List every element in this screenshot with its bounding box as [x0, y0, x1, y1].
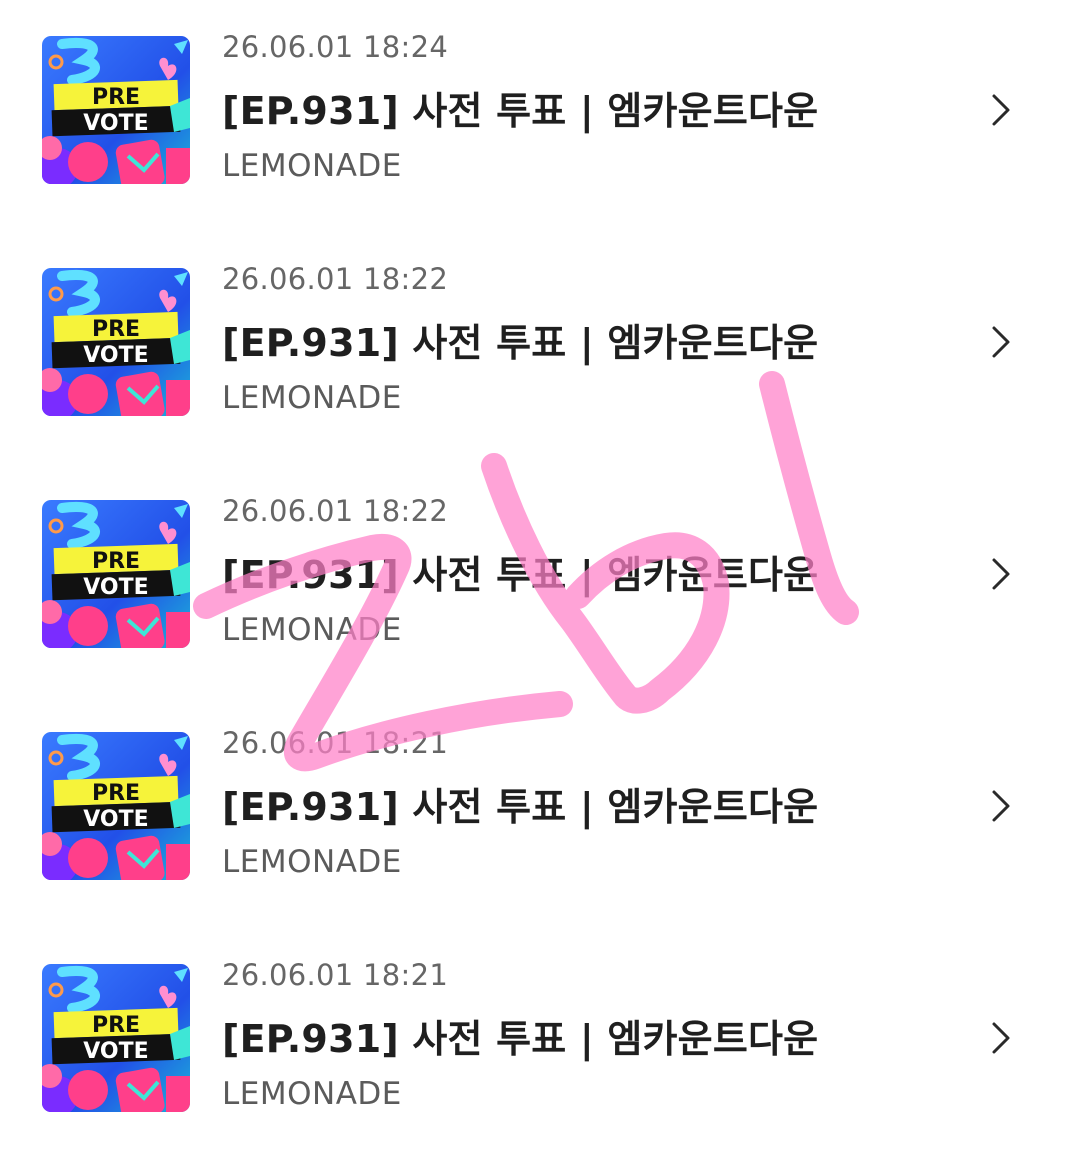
- chevron-right-icon: [992, 1022, 1010, 1054]
- pre-vote-thumbnail: PRE VOTE: [42, 964, 190, 1112]
- item-date: 26.06.01 18:22: [222, 494, 449, 528]
- item-title: [EP.931] 사전 투표 | 엠카운트다운: [222, 321, 819, 365]
- list-item[interactable]: PRE VOTE 26.06.01 18:21 [EP.931] 사전 투표 |…: [0, 928, 1080, 1160]
- thumb-text-vote: VOTE: [83, 807, 148, 832]
- list-item[interactable]: PRE VOTE 26.06.01 18:22 [EP.931] 사전 투표 |…: [0, 232, 1080, 464]
- item-title: [EP.931] 사전 투표 | 엠카운트다운: [222, 785, 819, 829]
- thumb-text-pre: PRE: [92, 549, 140, 574]
- thumb-text-pre: PRE: [92, 317, 140, 342]
- item-channel: LEMONADE: [222, 612, 402, 648]
- list-item[interactable]: PRE VOTE 26.06.01 18:21 [EP.931] 사전 투표 |…: [0, 696, 1080, 928]
- item-date: 26.06.01 18:21: [222, 726, 449, 760]
- list-item[interactable]: PRE VOTE 26.06.01 18:22 [EP.931] 사전 투표 |…: [0, 464, 1080, 696]
- thumb-text-vote: VOTE: [83, 343, 148, 368]
- pre-vote-thumbnail: PRE VOTE: [42, 36, 190, 184]
- thumb-text-vote: VOTE: [83, 575, 148, 600]
- pre-vote-thumbnail: PRE VOTE: [42, 500, 190, 648]
- chevron-right-icon: [992, 790, 1010, 822]
- vote-history-list: PRE VOTE 26.06.01 18:24 [EP.931] 사전 투표 |…: [0, 0, 1080, 1164]
- item-channel: LEMONADE: [222, 148, 402, 184]
- thumb-text-pre: PRE: [92, 1013, 140, 1038]
- thumb-text-vote: VOTE: [83, 1039, 148, 1064]
- item-date: 26.06.01 18:24: [222, 30, 449, 64]
- list-item[interactable]: PRE VOTE 26.06.01 18:24 [EP.931] 사전 투표 |…: [0, 0, 1080, 232]
- item-date: 26.06.01 18:22: [222, 262, 449, 296]
- chevron-right-icon: [992, 558, 1010, 590]
- item-title: [EP.931] 사전 투표 | 엠카운트다운: [222, 553, 819, 597]
- pre-vote-thumbnail: PRE VOTE: [42, 732, 190, 880]
- item-title: [EP.931] 사전 투표 | 엠카운트다운: [222, 1017, 819, 1061]
- item-channel: LEMONADE: [222, 380, 402, 416]
- chevron-right-icon: [992, 326, 1010, 358]
- thumb-text-vote: VOTE: [83, 111, 148, 136]
- item-title: [EP.931] 사전 투표 | 엠카운트다운: [222, 89, 819, 133]
- item-channel: LEMONADE: [222, 1076, 402, 1112]
- chevron-right-icon: [992, 94, 1010, 126]
- thumb-text-pre: PRE: [92, 781, 140, 806]
- item-date: 26.06.01 18:21: [222, 958, 449, 992]
- pre-vote-thumbnail: PRE VOTE: [42, 268, 190, 416]
- item-channel: LEMONADE: [222, 844, 402, 880]
- thumb-text-pre: PRE: [92, 85, 140, 110]
